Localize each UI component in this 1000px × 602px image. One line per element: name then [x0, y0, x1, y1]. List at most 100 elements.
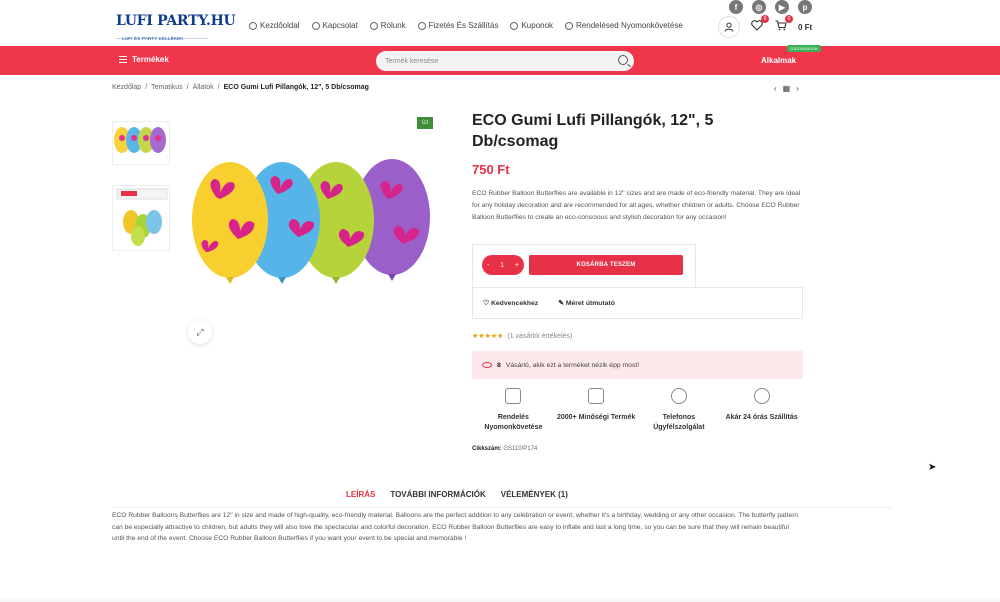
next-product-icon[interactable]: ›: [796, 84, 799, 93]
product-tabs: LEÍRÁS TOVÁBBI INFORMÁCIÓK VÉLEMÉNYEK (1…: [346, 490, 568, 499]
product-short-description: ECO Rubber Balloon Butterflies are avail…: [472, 190, 801, 221]
nav-item-contact[interactable]: Kapcsolat: [311, 21, 358, 30]
tab-description[interactable]: LEÍRÁS: [346, 490, 375, 499]
cart-count-badge: 0: [785, 15, 793, 23]
youtube-icon[interactable]: ▶: [775, 0, 789, 14]
user-account-icon[interactable]: [718, 16, 740, 38]
nav-label: Kapcsolat: [322, 21, 358, 30]
location-icon: [753, 388, 770, 404]
breadcrumb-current: ECO Gumi Lufi Pillangók, 12", 5 Db/csoma…: [223, 84, 369, 91]
occasions-menu[interactable]: Alkalmak: [761, 56, 796, 65]
wishlist-icon[interactable]: 0: [750, 15, 769, 34]
products-menu-button[interactable]: Termékek: [119, 55, 169, 64]
live-viewers-notice: 8 Vásárló, akik ezt a terméket nézik épp…: [472, 351, 803, 379]
breadcrumb-home[interactable]: Kezdőlap: [112, 84, 141, 91]
instagram-icon[interactable]: ◎: [752, 0, 766, 14]
delivery-truck-icon: [505, 388, 522, 404]
search-icon[interactable]: [618, 55, 628, 65]
truck-icon: [417, 21, 426, 30]
header-actions: 0 0 0 Ft: [718, 15, 812, 38]
prev-product-icon[interactable]: ‹: [774, 84, 777, 93]
search-placeholder: Termék keresése: [385, 57, 439, 65]
breadcrumb-separator: /: [145, 84, 148, 91]
breadcrumb-animals[interactable]: Állatok: [193, 84, 214, 91]
main-product-image[interactable]: [186, 157, 436, 302]
grid-view-icon[interactable]: ▦: [783, 84, 791, 93]
product-sku: Cikkszám: GS110/P174: [472, 446, 537, 452]
search-input[interactable]: Termék keresése: [376, 51, 634, 71]
size-guide-link[interactable]: ✎ Méret útmutató: [558, 299, 615, 307]
thumbnail-balloons[interactable]: [112, 121, 170, 165]
nav-item-coupons[interactable]: Kuponok: [510, 21, 553, 30]
ruler-icon: ✎: [558, 300, 566, 307]
viewers-count: 8: [497, 361, 501, 369]
feature-phone-support: Telefonos Ügyfélszolgálat: [638, 388, 720, 433]
product-title: ECO Gumi Lufi Pillangók, 12", 5 Db/csoma…: [472, 112, 714, 150]
product-rating: ★★★★★ (1 vásárlói értékelés): [472, 332, 572, 341]
quantity-stepper[interactable]: - 1 +: [482, 255, 524, 275]
feature-list: Rendelés Nyomonkövetése 2000+ Minőségi T…: [472, 388, 803, 433]
nav-item-payment-shipping[interactable]: Fizetés És Szállítás: [417, 21, 499, 30]
top-navigation: Kezdőoldal Kapcsolat Rólunk Fizetés És S…: [249, 21, 683, 30]
feature-label: 2000+ Minőségi Termék: [556, 414, 636, 421]
social-links: f ◎ ▶ p: [729, 0, 812, 14]
cake-icon: [588, 388, 605, 404]
nav-item-about[interactable]: Rólunk: [369, 21, 406, 30]
products-menu-label: Termékek: [132, 55, 169, 64]
logo-subtitle: LUFI ÉS PARTY KELLÉKEK: [122, 36, 184, 41]
hamburger-icon: [119, 56, 127, 63]
size-guide-label: Méret útmutató: [565, 300, 615, 307]
wishlist-label: Kedvencekhez: [490, 300, 539, 307]
wishlist-row: ♡ Kedvencekhez ✎ Méret útmutató: [472, 287, 803, 319]
feature-fast-shipping: Akár 24 órás Szállítás: [721, 388, 803, 433]
tab-reviews[interactable]: VÉLEMÉNYEK (1): [501, 490, 568, 499]
heart-icon: ♡: [483, 300, 491, 307]
nav-label: Fizetés És Szállítás: [428, 21, 499, 30]
nav-item-home[interactable]: Kezdőoldal: [249, 21, 300, 30]
qty-value[interactable]: 1: [500, 262, 504, 269]
qty-decrease-button[interactable]: -: [487, 262, 489, 269]
tab-additional-info[interactable]: TOVÁBBI INFORMÁCIÓK: [390, 490, 485, 499]
breadcrumb: Kezdőlap / Tematikus / Állatok / ECO Gumi L…: [112, 84, 369, 91]
sku-label: Cikkszám:: [472, 446, 502, 452]
tracking-icon: [565, 21, 574, 30]
add-to-wishlist-link[interactable]: ♡ Kedvencekhez: [483, 299, 538, 307]
nav-label: Kezdőoldal: [260, 21, 300, 30]
pin-icon: [249, 21, 257, 30]
eye-icon: [482, 362, 492, 368]
product-long-description: ECO Rubber Balloons Butterflies are 12" …: [112, 512, 799, 542]
breadcrumb-separator: /: [186, 84, 189, 91]
sku-value: GS110/P174: [503, 446, 538, 452]
zoom-icon[interactable]: ⤢: [188, 320, 212, 344]
footer-strip: [0, 598, 1000, 602]
feature-order-tracking: Rendelés Nyomonkövetése: [472, 388, 554, 433]
site-logo[interactable]: LUFI PARTY.HU LUFI ÉS PARTY KELLÉKEK: [116, 12, 236, 46]
breadcrumb-thematic[interactable]: Tematikus: [151, 84, 183, 91]
thumbnail-package[interactable]: [112, 185, 170, 251]
breadcrumb-separator: /: [217, 84, 220, 91]
cart-icon[interactable]: 0: [774, 15, 793, 34]
product-price: 750 Ft: [472, 162, 510, 177]
logo-text: LUFI PARTY.HU: [116, 13, 236, 29]
phone-icon: [670, 388, 687, 404]
new-product-badge: ÚJ: [417, 117, 434, 129]
info-icon: [369, 21, 378, 30]
qty-increase-button[interactable]: +: [515, 262, 519, 269]
nav-label: Rendelésed Nyomonkövetése: [576, 21, 683, 30]
viewers-text: Vásárló, akik ezt a terméket nézik épp m…: [505, 361, 640, 369]
nav-label: Kuponok: [521, 21, 554, 30]
nav-item-order-tracking[interactable]: Rendelésed Nyomonkövetése: [565, 21, 683, 30]
wishlist-count-badge: 0: [761, 15, 769, 23]
feature-label: Akár 24 órás Szállítás: [725, 414, 798, 421]
new-items-badge: ÚJDONSÁGOK: [787, 45, 822, 52]
add-to-cart-button[interactable]: KOSÁRBA TESZEM: [529, 255, 683, 275]
product-navigation: ‹ ▦ ›: [774, 84, 799, 93]
cart-total[interactable]: 0 Ft: [798, 23, 812, 32]
facebook-icon[interactable]: f: [729, 0, 743, 14]
pinterest-icon[interactable]: p: [798, 0, 812, 14]
review-count-link[interactable]: (1 vásárlói értékelés): [507, 333, 572, 340]
feature-label: Rendelés Nyomonkövetése: [484, 414, 543, 431]
mouse-cursor-icon: ➤: [928, 462, 937, 473]
coupon-icon: [510, 21, 519, 30]
feature-label: Telefonos Ügyfélszolgálat: [653, 414, 705, 431]
